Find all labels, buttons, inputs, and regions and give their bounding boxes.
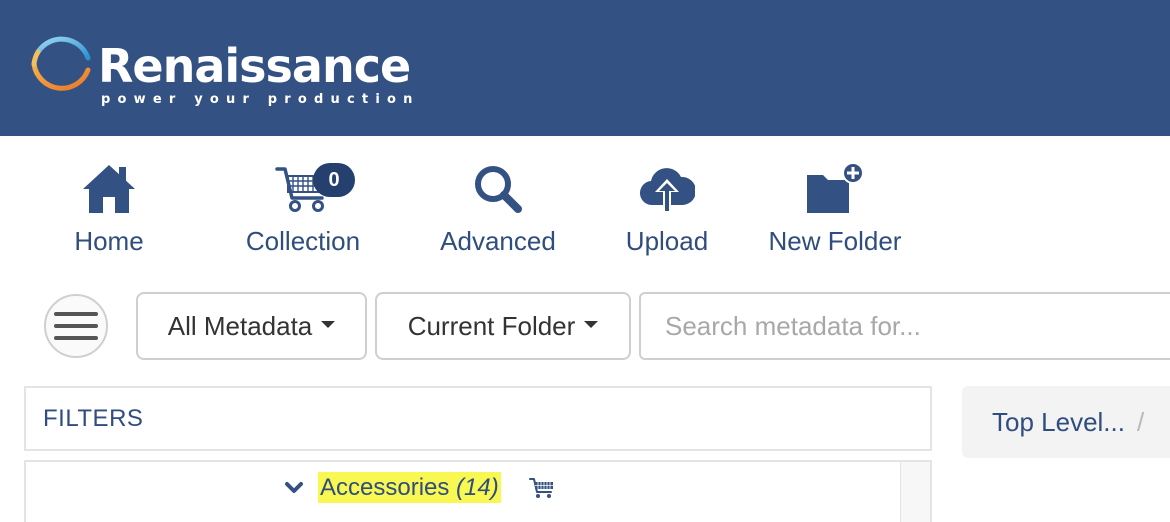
metadata-field-value: All Metadata	[167, 310, 313, 341]
breadcrumb: Top Level... /	[962, 386, 1170, 458]
filters-header: FILTERS	[24, 386, 932, 451]
app-header: Renaissance power your production	[0, 0, 1170, 136]
search-icon	[475, 166, 522, 213]
chevron-down-icon[interactable]	[284, 481, 304, 495]
home-button[interactable]: Home	[66, 158, 152, 262]
breadcrumb-top-level[interactable]: Top Level...	[992, 407, 1125, 437]
filter-item-accessories[interactable]: Accessories (14)	[284, 472, 555, 503]
filter-count: (14)	[456, 474, 499, 501]
filters-title: FILTERS	[43, 405, 144, 432]
collection-count-badge: 0	[313, 163, 355, 197]
upload-label: Upload	[625, 226, 709, 256]
cloud-upload-icon	[640, 168, 695, 211]
brand-tagline: power your production	[101, 92, 420, 107]
filter-label: Accessories (14)	[318, 472, 501, 503]
hamburger-menu-button[interactable]	[44, 294, 108, 358]
new-folder-button[interactable]: New Folder	[760, 158, 910, 262]
brand-name: Renaissance	[98, 39, 411, 93]
search-scope-dropdown[interactable]: Current Folder	[375, 292, 631, 360]
home-icon	[83, 165, 135, 213]
home-label: Home	[74, 226, 144, 256]
metadata-field-dropdown[interactable]: All Metadata	[136, 292, 367, 360]
advanced-search-button[interactable]: Advanced	[434, 158, 562, 262]
search-scope-value: Current Folder	[407, 310, 576, 341]
caret-down-icon	[584, 320, 599, 328]
hamburger-icon	[54, 312, 98, 340]
caret-down-icon	[321, 320, 336, 328]
filters-scrollbar[interactable]	[900, 462, 930, 522]
logo-ring-icon	[31, 36, 91, 91]
breadcrumb-separator: /	[1136, 407, 1145, 437]
folder-plus-icon	[807, 162, 864, 213]
add-to-cart-icon[interactable]	[528, 477, 555, 499]
filters-panel: Accessories (14)	[24, 460, 932, 522]
new-folder-label: New Folder	[768, 226, 902, 256]
upload-button[interactable]: Upload	[620, 158, 714, 262]
collection-label: Collection	[245, 226, 361, 256]
advanced-label: Advanced	[440, 226, 556, 256]
metadata-search-input[interactable]	[639, 292, 1170, 360]
